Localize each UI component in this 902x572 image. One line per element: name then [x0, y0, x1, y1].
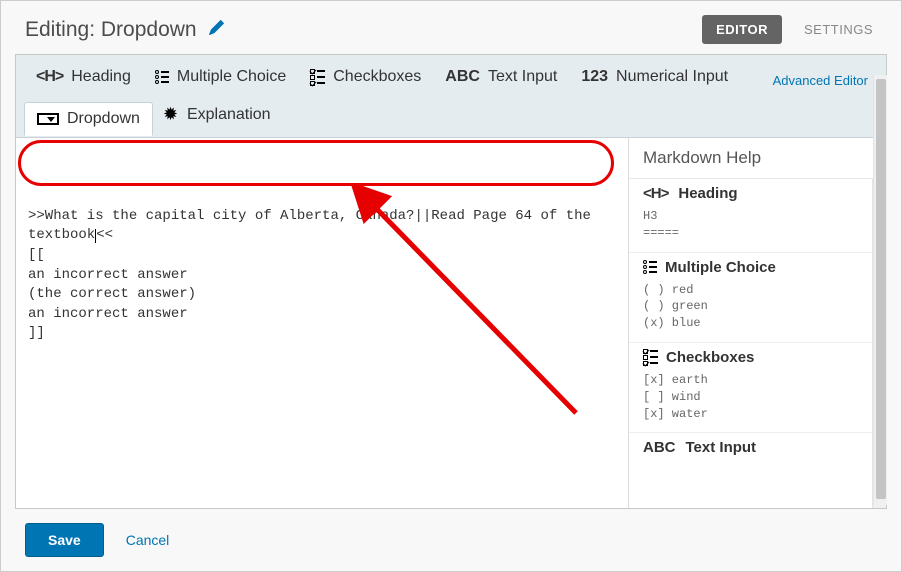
tool-text-input[interactable]: Text Input: [433, 61, 569, 93]
heading-icon: [643, 185, 668, 202]
code-text: >>What is the capital city of Alberta, C…: [28, 207, 616, 344]
edit-title-icon[interactable]: [209, 20, 224, 40]
multiple-choice-icon: [155, 70, 169, 84]
markdown-help-pane: Markdown Help Heading H3 ===== Multiple …: [628, 138, 886, 508]
tool-dropdown[interactable]: Dropdown: [24, 102, 153, 136]
help-multiple-choice: Multiple Choice ( ) red ( ) green (x) bl…: [629, 253, 886, 343]
advanced-editor-link[interactable]: Advanced Editor: [763, 66, 878, 95]
help-checkboxes: Checkboxes [x] earth [ ] wind [x] water: [629, 343, 886, 433]
heading-icon: [36, 68, 63, 86]
modal-header: Editing: Dropdown EDITOR SETTINGS: [1, 1, 901, 54]
tool-checkboxes[interactable]: Checkboxes: [298, 61, 433, 93]
annotation-highlight: [18, 140, 614, 186]
tool-numerical-input[interactable]: Numerical Input: [569, 61, 740, 93]
outer-scrollbar[interactable]: [873, 75, 887, 505]
help-scroll-area[interactable]: Heading H3 ===== Multiple Choice ( ) red…: [629, 179, 886, 508]
code-editor[interactable]: >>What is the capital city of Alberta, C…: [16, 138, 628, 508]
checkboxes-icon: [310, 69, 325, 86]
modal-footer: Save Cancel: [1, 509, 901, 571]
tab-editor[interactable]: EDITOR: [702, 15, 782, 44]
explanation-icon: [165, 108, 179, 122]
help-heading: Heading H3 =====: [629, 179, 886, 253]
dropdown-icon: [37, 113, 59, 125]
help-text-input: Text Input: [629, 433, 886, 472]
scrollbar-thumb[interactable]: [876, 79, 886, 499]
editor-panel: Heading Multiple Choice Checkboxes Text …: [15, 54, 887, 509]
text-input-icon: [445, 68, 480, 86]
tool-explanation[interactable]: Explanation: [153, 99, 283, 131]
help-title: Markdown Help: [629, 138, 886, 179]
numerical-input-icon: [581, 68, 608, 86]
format-toolbar: Heading Multiple Choice Checkboxes Text …: [16, 55, 886, 138]
tool-multiple-choice[interactable]: Multiple Choice: [143, 61, 298, 93]
tool-heading[interactable]: Heading: [24, 61, 143, 93]
editor-body: >>What is the capital city of Alberta, C…: [16, 138, 886, 508]
checkboxes-icon: [643, 349, 658, 366]
text-input-icon: [643, 439, 676, 456]
tab-settings[interactable]: SETTINGS: [800, 15, 877, 44]
page-title: Editing: Dropdown: [25, 18, 197, 42]
editor-modal: Editing: Dropdown EDITOR SETTINGS Headin…: [0, 0, 902, 572]
cancel-button[interactable]: Cancel: [126, 532, 170, 548]
multiple-choice-icon: [643, 260, 657, 274]
save-button[interactable]: Save: [25, 523, 104, 557]
